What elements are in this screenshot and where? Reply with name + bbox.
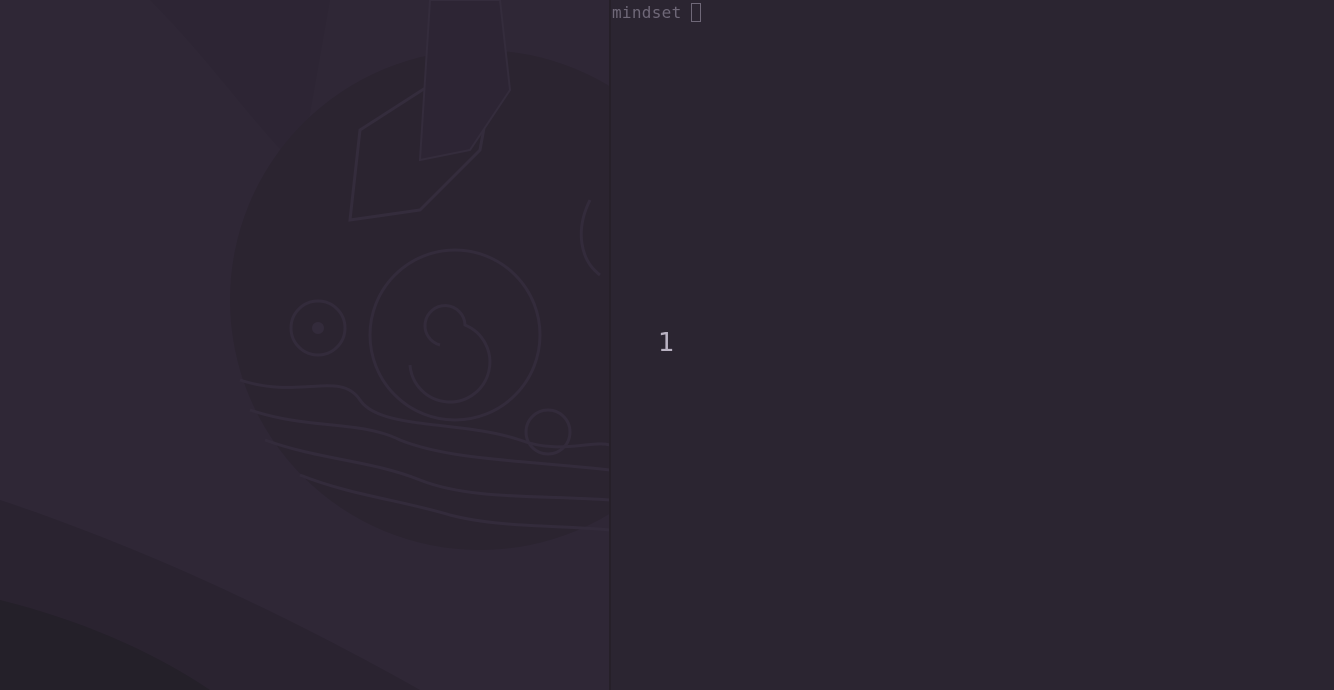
counter-value: 1 bbox=[658, 328, 675, 358]
terminal-pane[interactable] bbox=[611, 0, 1334, 690]
desktop-wallpaper bbox=[0, 0, 610, 690]
block-cursor-icon bbox=[690, 2, 701, 22]
prompt-text: mindset bbox=[612, 2, 682, 22]
terminal-prompt[interactable]: mindset bbox=[612, 2, 701, 22]
wallpaper-artwork bbox=[0, 0, 610, 690]
